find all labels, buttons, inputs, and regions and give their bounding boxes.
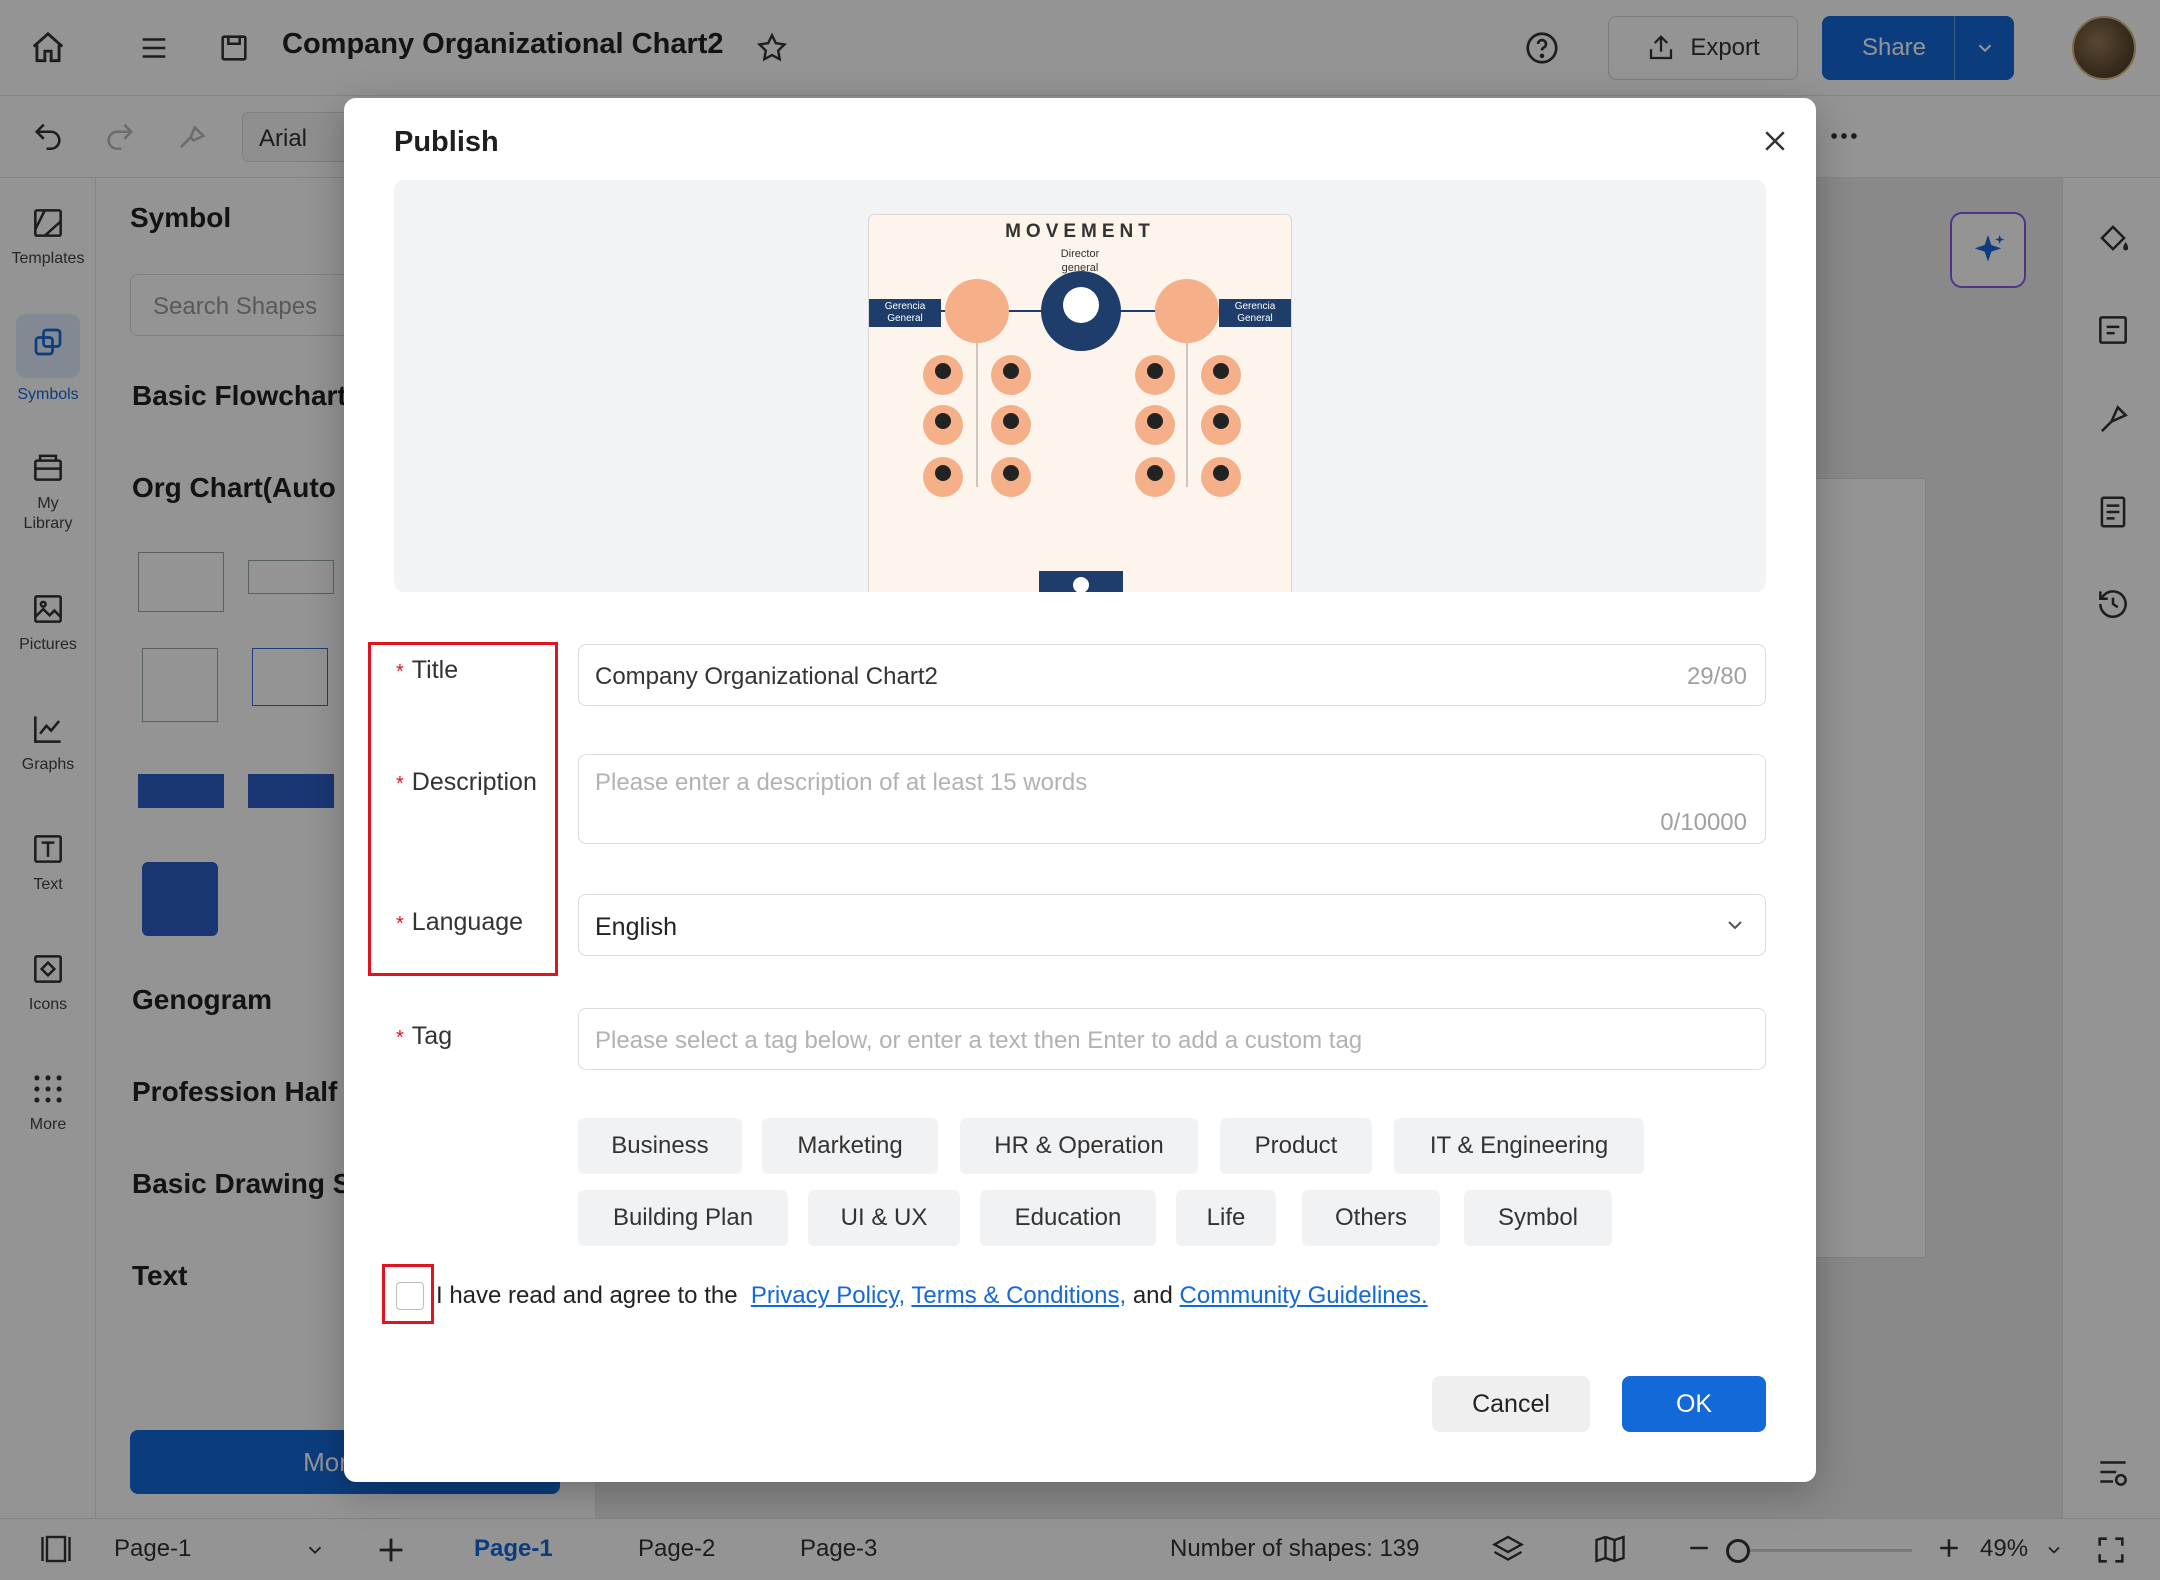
tag-chip-marketing[interactable]: Marketing (762, 1118, 938, 1174)
language-value: English (595, 913, 677, 941)
tag-chip-ui-ux[interactable]: UI & UX (808, 1190, 960, 1246)
description-textarea[interactable]: Please enter a description of at least 1… (578, 754, 1766, 844)
app-window: Company Organizational Chart2 Export Sha… (0, 0, 2160, 1580)
chart-thumbnail: MOVEMENT Director general Gerencia Gener… (868, 214, 1292, 592)
tag-chip-symbol[interactable]: Symbol (1464, 1190, 1612, 1246)
description-label: * Description (396, 768, 537, 797)
language-label: * Language (396, 908, 523, 937)
tag-chip-hr-operation[interactable]: HR & Operation (960, 1118, 1198, 1174)
tag-chip-others[interactable]: Others (1302, 1190, 1440, 1246)
tag-chip-business[interactable]: Business (578, 1118, 742, 1174)
title-char-count: 29/80 (1686, 663, 1747, 690)
description-char-count: 0/10000 (1660, 809, 1747, 836)
title-label: * Title (396, 656, 458, 685)
community-guidelines-link[interactable]: Community Guidelines. (1180, 1282, 1428, 1309)
required-star: * (396, 1027, 404, 1049)
tag-chip-product[interactable]: Product (1220, 1118, 1372, 1174)
agree-prefix: I have read and agree to the (436, 1282, 738, 1309)
description-placeholder: Please enter a description of at least 1… (595, 769, 1088, 796)
tag-input[interactable]: Please select a tag below, or enter a te… (578, 1008, 1766, 1070)
agreement-text: I have read and agree to the Privacy Pol… (436, 1282, 1428, 1310)
publish-dialog: Publish MOVEMENT Director general Gerenc… (344, 98, 1816, 1482)
tag-label-text: Tag (411, 1022, 453, 1050)
tag-chip-life[interactable]: Life (1176, 1190, 1276, 1246)
tag-label: * Tag (396, 1022, 452, 1051)
dialog-title: Publish (394, 126, 499, 158)
required-star: * (396, 913, 404, 935)
title-input-value: Company Organizational Chart2 (595, 663, 938, 690)
agree-checkbox[interactable] (396, 1282, 424, 1310)
title-label-text: Title (411, 656, 459, 684)
thumbnail-org-graphic (923, 271, 1241, 592)
cancel-button[interactable]: Cancel (1432, 1376, 1590, 1432)
required-star: * (396, 661, 404, 683)
description-label-text: Description (411, 768, 537, 796)
terms-link[interactable]: Terms & Conditions, (911, 1282, 1126, 1309)
required-star: * (396, 773, 404, 795)
chevron-down-icon (1723, 913, 1747, 944)
close-icon[interactable] (1752, 118, 1798, 164)
tag-chip-it-engineering[interactable]: IT & Engineering (1394, 1118, 1644, 1174)
ok-button[interactable]: OK (1622, 1376, 1766, 1432)
preview-area: MOVEMENT Director general Gerencia Gener… (394, 180, 1766, 592)
tag-placeholder: Please select a tag below, or enter a te… (595, 1027, 1363, 1054)
title-input[interactable]: Company Organizational Chart2 29/80 (578, 644, 1766, 706)
language-label-text: Language (411, 908, 524, 936)
tag-chip-education[interactable]: Education (980, 1190, 1156, 1246)
privacy-policy-link[interactable]: Privacy Policy, (751, 1282, 905, 1309)
language-select[interactable]: English (578, 894, 1766, 956)
and-text: and (1132, 1282, 1173, 1309)
tag-chip-building-plan[interactable]: Building Plan (578, 1190, 788, 1246)
